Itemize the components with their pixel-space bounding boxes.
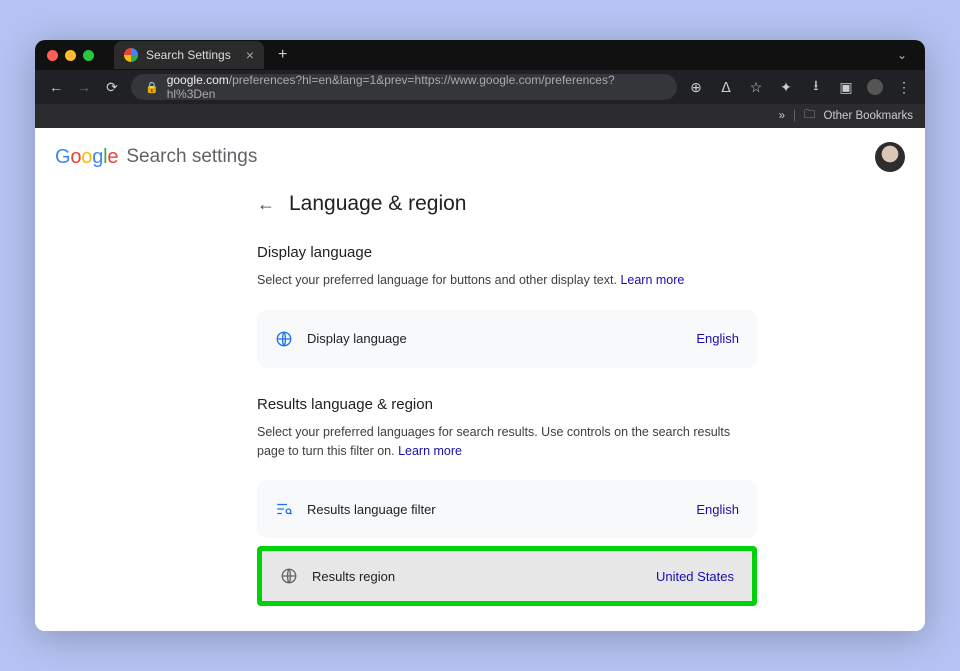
tab-title: Search Settings xyxy=(146,48,238,62)
row-label: Results region xyxy=(312,569,642,584)
display-language-row[interactable]: Display language English xyxy=(257,314,757,364)
globe-icon xyxy=(275,330,293,348)
row-value: English xyxy=(696,331,739,346)
favicon-icon xyxy=(124,48,138,62)
folder-icon: 🗀 xyxy=(804,107,816,126)
highlighted-results-region: Results region United States xyxy=(257,546,757,606)
window-minimize-icon[interactable] xyxy=(65,50,76,61)
globe-solid-icon xyxy=(280,567,298,585)
zoom-icon[interactable]: ⊕ xyxy=(687,79,705,96)
window-controls[interactable] xyxy=(47,50,94,61)
bookmarks-bar: » | 🗀 Other Bookmarks xyxy=(35,104,925,128)
filter-search-icon xyxy=(275,500,293,518)
address-bar[interactable]: 🔒 google.com/preferences?hl=en&lang=1&pr… xyxy=(131,74,677,100)
page-title: Language & region xyxy=(289,192,467,216)
row-value: United States xyxy=(656,569,734,584)
nav-forward-icon: → xyxy=(75,79,93,95)
browser-tab[interactable]: Search Settings × xyxy=(114,41,264,69)
back-arrow-icon[interactable]: ← xyxy=(257,194,275,215)
share-icon[interactable]: ᐃ xyxy=(717,79,735,96)
reading-list-icon[interactable]: ▣ xyxy=(837,79,855,96)
section-description: Select your preferred language for butto… xyxy=(257,271,757,290)
profile-avatar-icon[interactable] xyxy=(867,79,883,95)
display-language-card: Display language English xyxy=(257,310,757,368)
header-subtitle: Search settings xyxy=(126,146,257,168)
row-label: Display language xyxy=(307,331,682,346)
row-label: Results language filter xyxy=(307,502,682,517)
account-avatar[interactable] xyxy=(875,142,905,172)
toolbar-right: ⊕ ᐃ ☆ ✦ ⭳ ▣ ⋮ xyxy=(687,75,913,99)
learn-more-link[interactable]: Learn more xyxy=(398,444,462,458)
window-zoom-icon[interactable] xyxy=(83,50,94,61)
tab-strip: Search Settings × + ⌄ xyxy=(35,40,925,70)
section-heading-results-language-region: Results language & region xyxy=(257,396,757,413)
tab-list-chevron-icon[interactable]: ⌄ xyxy=(891,48,913,62)
results-language-card: Results language filter English xyxy=(257,480,757,538)
bookmarks-overflow-icon[interactable]: » xyxy=(779,110,785,122)
nav-back-icon[interactable]: ← xyxy=(47,79,65,95)
section-description: Select your preferred languages for sear… xyxy=(257,423,757,461)
other-bookmarks-folder[interactable]: Other Bookmarks xyxy=(824,110,913,122)
google-header: Google Search settings xyxy=(35,128,925,186)
window-close-icon[interactable] xyxy=(47,50,58,61)
lock-icon: 🔒 xyxy=(145,81,159,94)
settings-panel: ← Language & region Display language Sel… xyxy=(257,192,787,606)
page-content: Google Search settings ← Language & regi… xyxy=(35,128,925,631)
row-value: English xyxy=(696,502,739,517)
nav-reload-icon[interactable]: ⟳ xyxy=(103,79,121,96)
new-tab-button[interactable]: + xyxy=(272,46,293,64)
download-icon[interactable]: ⭳ xyxy=(807,75,825,99)
tab-close-icon[interactable]: × xyxy=(246,48,254,62)
browser-chrome: Search Settings × + ⌄ ← → ⟳ 🔒 google.com… xyxy=(35,40,925,128)
google-logo[interactable]: Google xyxy=(55,146,118,169)
extensions-icon[interactable]: ✦ xyxy=(777,79,795,96)
url-text: google.com/preferences?hl=en&lang=1&prev… xyxy=(167,74,663,100)
browser-window: Search Settings × + ⌄ ← → ⟳ 🔒 google.com… xyxy=(35,40,925,631)
results-language-filter-row[interactable]: Results language filter English xyxy=(257,484,757,534)
results-region-row[interactable]: Results region United States xyxy=(262,551,752,601)
menu-kebab-icon[interactable]: ⋮ xyxy=(895,79,913,96)
bookmark-star-icon[interactable]: ☆ xyxy=(747,79,765,96)
browser-toolbar: ← → ⟳ 🔒 google.com/preferences?hl=en&lan… xyxy=(35,70,925,104)
section-heading-display-language: Display language xyxy=(257,244,757,261)
learn-more-link[interactable]: Learn more xyxy=(620,273,684,287)
